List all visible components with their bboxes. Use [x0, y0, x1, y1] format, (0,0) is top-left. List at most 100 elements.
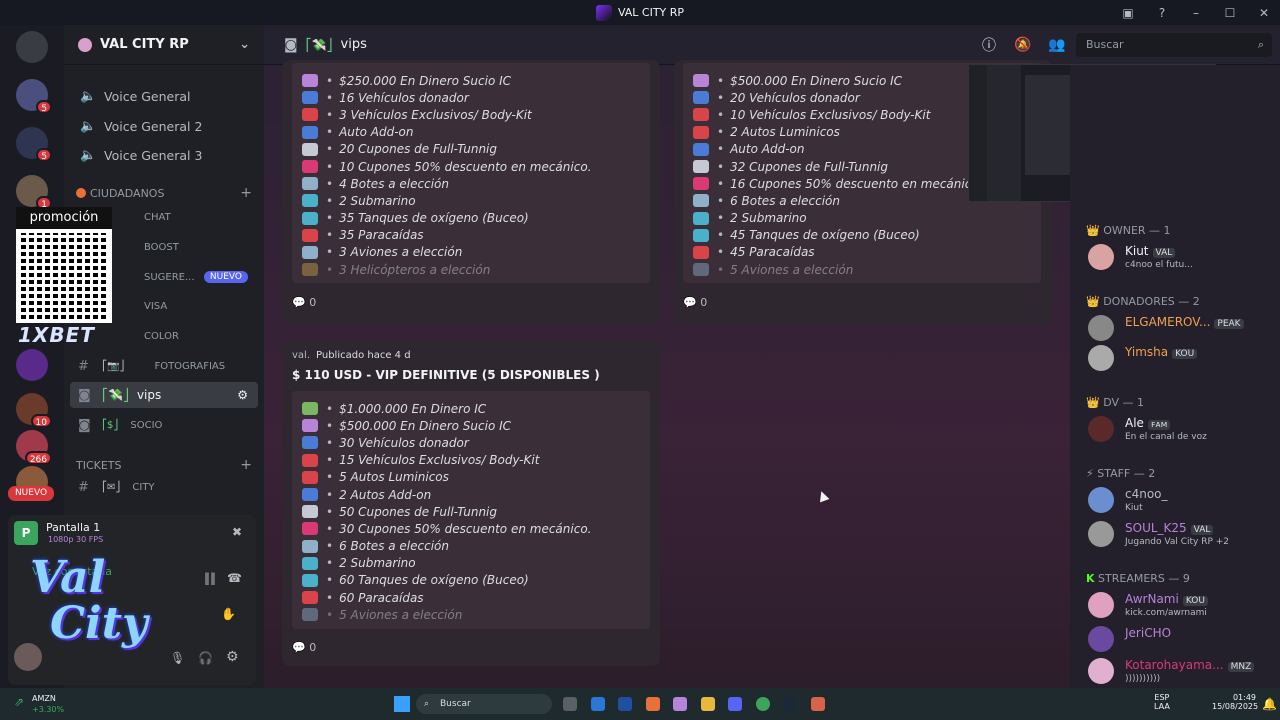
discord-home-icon[interactable] [16, 31, 48, 63]
mute-bell-icon[interactable]: 🔕 [1014, 37, 1031, 53]
member-item[interactable]: SOUL_K25 VAL Jugando Val City RP +2 [1088, 519, 1276, 553]
reward-item: • 5 Autos Luminicos [302, 469, 650, 486]
reward-emoji-icon [302, 74, 318, 88]
reward-emoji-icon [693, 177, 709, 191]
add-channel-icon[interactable]: + [240, 457, 252, 473]
category-tickets[interactable]: TICKETS + [76, 457, 252, 473]
language-indicator[interactable]: ESP LAA [1154, 693, 1170, 711]
member-status: c4noo el futu... [1125, 260, 1193, 270]
members-icon[interactable]: 👥 [1048, 37, 1065, 53]
avatar [1088, 521, 1114, 547]
stock-name[interactable]: AMZN [32, 694, 56, 703]
member-item[interactable]: Kiut VAL c4noo el futu... [1088, 242, 1276, 276]
post-title[interactable]: $ 110 USD - VIP DEFINITIVE (5 DISPONIBLE… [292, 368, 600, 382]
member-item[interactable]: Kotarohayama... MNZ)))))))))) [1088, 656, 1276, 690]
channel-label: Voice General 2 [104, 118, 203, 134]
vscode-icon[interactable] [591, 697, 605, 711]
help-icon[interactable]: ? [1154, 5, 1170, 21]
notification-bell-icon[interactable]: 🔔 [1262, 697, 1277, 711]
noise-icon[interactable]: ‖‖ [204, 571, 216, 585]
headphones-icon[interactable]: 🎧 [198, 651, 213, 665]
minimize-button[interactable]: – [1188, 5, 1204, 21]
settings-gear-icon[interactable]: ⚙ [237, 388, 248, 402]
taskbar-search[interactable]: ⌕ Buscar [416, 694, 552, 714]
reward-emoji-icon [302, 194, 318, 208]
member-category: 👑 DONADORES — 2 [1086, 295, 1200, 308]
channel-vips[interactable]: ◙ ⎡💸⎦ vips ⚙ [70, 382, 258, 408]
member-name: ELGAMEROV... PEAK [1125, 315, 1244, 329]
member-item[interactable]: ELGAMEROV... PEAK [1088, 313, 1276, 347]
reward-item: • 5 Aviones a elección [302, 606, 650, 623]
app-icon[interactable] [811, 697, 825, 711]
info-icon[interactable]: ⓘ [982, 35, 996, 55]
app-icon[interactable] [646, 697, 660, 711]
guild-icon[interactable]: 5 [16, 79, 52, 114]
comment-count[interactable]: 💬 0 [292, 641, 316, 654]
guild-icon[interactable]: 1 [16, 175, 52, 210]
channel-fotografias[interactable]: # ⎡📷⎦ FOTOGRAFIAS [70, 353, 258, 379]
stream-icon: P [14, 521, 38, 545]
member-item[interactable]: c4noo_ Kiut [1088, 485, 1276, 519]
member-item[interactable]: Yimsha KOU [1088, 343, 1276, 377]
steam-icon[interactable] [783, 697, 797, 711]
guild-icon[interactable]: 10 [16, 393, 52, 428]
app-icon[interactable] [618, 697, 632, 711]
promo-overlay[interactable]: promoción [16, 207, 112, 323]
member-item[interactable]: JeriCHO [1088, 624, 1276, 658]
chrome-icon[interactable] [756, 697, 770, 711]
member-status: En el canal de voz [1125, 432, 1207, 442]
reward-emoji-icon [302, 539, 318, 553]
hash-icon: # [78, 479, 89, 495]
voice-channel[interactable]: 🔈 Voice General [70, 83, 258, 109]
comment-count[interactable]: 💬 0 [683, 296, 707, 309]
channel-name: vips [340, 37, 367, 52]
disconnect-icon[interactable]: ☎ [227, 571, 242, 585]
settings-gear-icon[interactable]: ⚙ [226, 649, 239, 665]
task-view-icon[interactable] [563, 697, 577, 711]
stock-change: +3.30% [32, 705, 65, 714]
channel-color[interactable]: COLOR [70, 323, 258, 349]
reward-item: • 2 Submarino [693, 210, 1041, 227]
server-header[interactable]: VAL CITY RP ⌄ [64, 25, 264, 65]
close-stream-icon[interactable]: ✖ [232, 525, 242, 539]
reward-item: • 4 Botes a elección [302, 175, 650, 192]
start-menu-icon[interactable] [394, 696, 410, 712]
reward-item: • 2 Submarino [302, 192, 650, 209]
reward-emoji-icon [302, 453, 318, 467]
clock[interactable]: 01:49 15/08/2025 [1212, 693, 1258, 711]
guild-icon[interactable]: 5 [16, 127, 52, 162]
member-tag: PEAK [1214, 319, 1244, 329]
member-item[interactable]: AwrNami KOU kick.com/awrnami [1088, 590, 1276, 624]
channel-socio[interactable]: ◙ ⎡$⎦ SOCIO [70, 412, 258, 438]
voice-channel[interactable]: 🔈 Voice General 2 [70, 113, 258, 139]
copilot-icon[interactable] [673, 697, 687, 711]
add-channel-icon[interactable]: + [240, 185, 252, 201]
search-input[interactable]: Buscar ⌕ [1076, 33, 1272, 57]
close-button[interactable]: ✕ [1256, 5, 1272, 21]
avatar [1088, 315, 1114, 341]
post-content: • $1.000.000 En Dinero IC • $500.000 En Din… [292, 391, 650, 629]
chevron-down-icon: ⌄ [239, 37, 250, 52]
reward-emoji-icon [302, 470, 318, 484]
reward-emoji-icon [302, 91, 318, 105]
inbox-icon[interactable]: ▣ [1120, 5, 1136, 21]
discord-taskbar-icon[interactable] [728, 697, 742, 711]
reward-item: • 60 Paracaídas [302, 589, 650, 606]
forum-icon: ◙ [78, 417, 91, 433]
app-logo-icon [595, 4, 612, 21]
category-ciudadanos[interactable]: CIUDADANOS + [76, 185, 252, 201]
channel-label: BOOST [144, 241, 179, 253]
promo-title: promoción [16, 207, 112, 229]
voice-channel[interactable]: 🔈 Voice General 3 [70, 142, 258, 168]
comment-count[interactable]: 💬 0 [292, 296, 316, 309]
guild-icon[interactable]: 266 [16, 430, 52, 465]
file-explorer-icon[interactable] [701, 697, 715, 711]
guild-icon[interactable] [16, 349, 48, 381]
stream-title: Pantalla 1 [46, 521, 101, 534]
maximize-button[interactable]: ☐ [1222, 5, 1238, 21]
member-item[interactable]: Ale ꜰᴀᴍ En el canal de voz [1088, 414, 1276, 448]
channel-city[interactable]: # ⎡✉⎦ CITY [70, 474, 258, 500]
channel-label: Voice General [104, 88, 191, 104]
post-content: • $250.000 En Dinero Sucio IC • 16 Vehículo… [292, 63, 650, 283]
activity-icon[interactable]: ✋ [221, 607, 236, 621]
